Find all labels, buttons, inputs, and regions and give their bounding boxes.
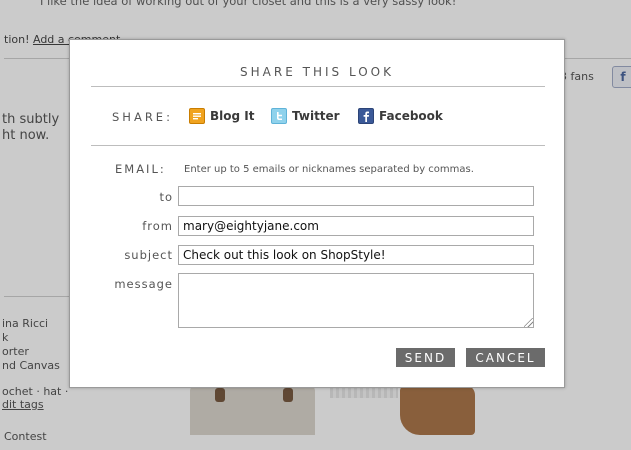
to-label: to [159,190,173,204]
facebook-icon [358,108,374,124]
facebook-label: Facebook [379,109,443,123]
share-look-dialog: SHARE THIS LOOK SHARE: Blog It Twitter F… [69,39,565,388]
twitter-link[interactable]: Twitter [271,107,340,125]
email-hint: Enter up to 5 emails or nicknames separa… [184,164,474,175]
send-button[interactable]: SEND [396,348,455,367]
share-label: SHARE: [112,110,173,124]
blog-it-label: Blog It [210,109,255,123]
cancel-button[interactable]: CANCEL [466,348,545,367]
subject-field[interactable] [178,245,534,265]
facebook-link[interactable]: Facebook [358,107,443,125]
blog-it-link[interactable]: Blog It [189,107,254,125]
message-label: message [114,277,173,291]
subject-label: subject [124,248,173,262]
to-field[interactable] [178,186,534,206]
from-label: from [142,219,173,233]
email-label: EMAIL: [115,162,166,176]
dialog-title: SHARE THIS LOOK [240,65,394,79]
resize-grip-icon[interactable] [524,318,533,327]
divider [91,145,545,146]
blog-icon [189,108,205,124]
divider [91,86,545,87]
message-field[interactable] [178,273,534,328]
twitter-icon [271,108,287,124]
from-field[interactable] [178,216,534,236]
twitter-label: Twitter [292,109,340,123]
